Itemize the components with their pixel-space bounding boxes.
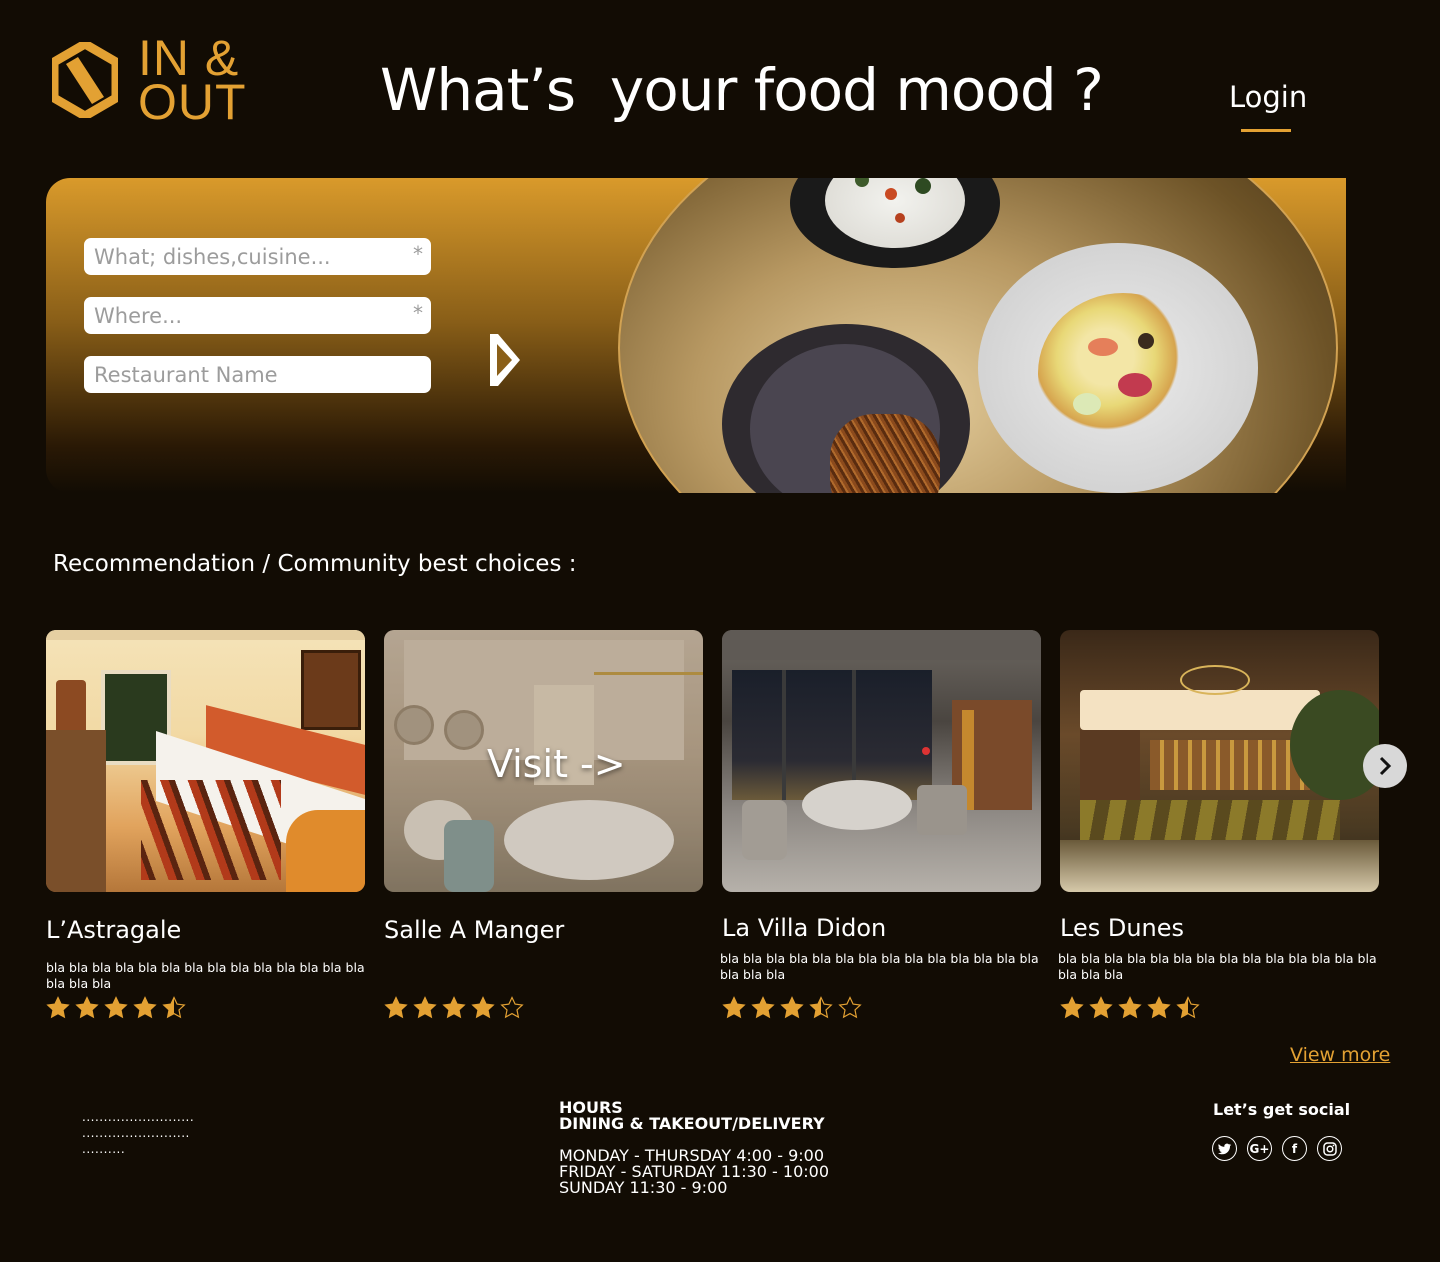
- restaurant-description: bla bla bla bla bla bla bla bla bla bla …: [46, 960, 365, 991]
- restaurant-image[interactable]: [722, 630, 1041, 892]
- where-field[interactable]: *: [84, 297, 431, 334]
- rating-stars: [384, 996, 524, 1020]
- social-title: Let’s get social: [1213, 1100, 1351, 1119]
- what-input[interactable]: [84, 238, 431, 275]
- page-title: What’s your food mood ?: [380, 56, 1104, 124]
- star-icon: [133, 996, 157, 1019]
- star-icon: [471, 996, 495, 1019]
- facebook-icon[interactable]: f: [1282, 1136, 1307, 1161]
- opening-hours: HOURS DINING & TAKEOUT/DELIVERY MONDAY -…: [559, 1100, 829, 1196]
- chevron-right-icon: [1379, 756, 1392, 776]
- star-icon: [1060, 996, 1084, 1019]
- star-icon: [75, 996, 99, 1019]
- chevron-right-icon: [490, 334, 520, 386]
- restaurant-name-field[interactable]: [84, 356, 431, 393]
- restaurant-name-input[interactable]: [84, 356, 431, 393]
- star-icon: [442, 996, 466, 1019]
- rating-stars: [722, 996, 862, 1020]
- rating-stars: [46, 996, 186, 1020]
- restaurant-name[interactable]: L’Astragale: [46, 916, 181, 944]
- twitter-icon[interactable]: [1212, 1136, 1237, 1161]
- login-link[interactable]: Login: [1229, 80, 1307, 114]
- hours-subtitle: DINING & TAKEOUT/DELIVERY: [559, 1114, 825, 1133]
- required-mark: *: [413, 301, 423, 325]
- hours-line: SUNDAY 11:30 - 9:00: [559, 1178, 728, 1197]
- restaurant-description: bla bla bla bla bla bla bla bla bla bla …: [720, 951, 1039, 982]
- restaurant-description: bla bla bla bla bla bla bla bla bla bla …: [1058, 951, 1377, 982]
- footer-dots-line: ..........................: [82, 1110, 195, 1124]
- section-title: Recommendation / Community best choices …: [53, 551, 577, 577]
- where-input[interactable]: [84, 297, 431, 334]
- star-icon: [751, 996, 775, 1019]
- rating-stars: [1060, 996, 1200, 1020]
- star-icon: [1118, 996, 1142, 1019]
- instagram-icon[interactable]: [1317, 1136, 1342, 1161]
- logo[interactable]: IN & OUT: [52, 33, 252, 130]
- restaurant-image[interactable]: Visit ->: [384, 630, 703, 892]
- restaurant-name[interactable]: Les Dunes: [1060, 914, 1184, 942]
- star-icon: [1176, 996, 1200, 1019]
- logo-text: IN & OUT: [138, 33, 247, 130]
- restaurant-card[interactable]: L’Astragale bla bla bla bla bla bla bla …: [46, 630, 365, 1019]
- star-icon: [46, 996, 70, 1019]
- carousel-next-button[interactable]: [1363, 744, 1407, 788]
- logo-text-line2: OUT: [138, 74, 247, 130]
- search-submit-button[interactable]: [486, 330, 526, 390]
- star-icon: [413, 996, 437, 1019]
- footer-dots-line: ..........: [82, 1142, 126, 1156]
- star-icon: [104, 996, 128, 1019]
- star-icon: [384, 996, 408, 1019]
- what-field[interactable]: *: [84, 238, 431, 275]
- login-underline: [1241, 129, 1291, 132]
- restaurant-name[interactable]: La Villa Didon: [722, 914, 886, 942]
- star-icon: [780, 996, 804, 1019]
- hero-plate-right: [978, 243, 1258, 493]
- footer-dots-line: .........................: [82, 1126, 190, 1140]
- star-icon: [809, 996, 833, 1019]
- social-links: G+ f: [1212, 1136, 1342, 1161]
- footer-placeholder-text: .......................... .............…: [82, 1109, 194, 1157]
- star-icon: [162, 996, 186, 1019]
- star-icon: [1147, 996, 1171, 1019]
- google-plus-icon[interactable]: G+: [1247, 1136, 1272, 1161]
- restaurant-image[interactable]: [46, 630, 365, 892]
- star-icon: [838, 996, 862, 1019]
- hero-search-panel: * *: [46, 178, 1346, 493]
- visit-overlay-label[interactable]: Visit ->: [487, 742, 626, 786]
- star-icon: [722, 996, 746, 1019]
- restaurant-card[interactable]: La Villa Didon bla bla bla bla bla bla b…: [720, 630, 1041, 1019]
- logo-mark-icon: [52, 42, 118, 118]
- restaurant-name[interactable]: Salle A Manger: [384, 916, 564, 944]
- view-more-link[interactable]: View more: [1290, 1044, 1390, 1066]
- star-icon: [500, 996, 524, 1019]
- restaurant-card[interactable]: Visit -> Salle A Manger: [384, 630, 703, 1019]
- required-mark: *: [413, 242, 423, 266]
- star-icon: [1089, 996, 1113, 1019]
- restaurant-image[interactable]: [1060, 630, 1379, 892]
- restaurant-card[interactable]: Les Dunes bla bla bla bla bla bla bla bl…: [1058, 630, 1379, 1019]
